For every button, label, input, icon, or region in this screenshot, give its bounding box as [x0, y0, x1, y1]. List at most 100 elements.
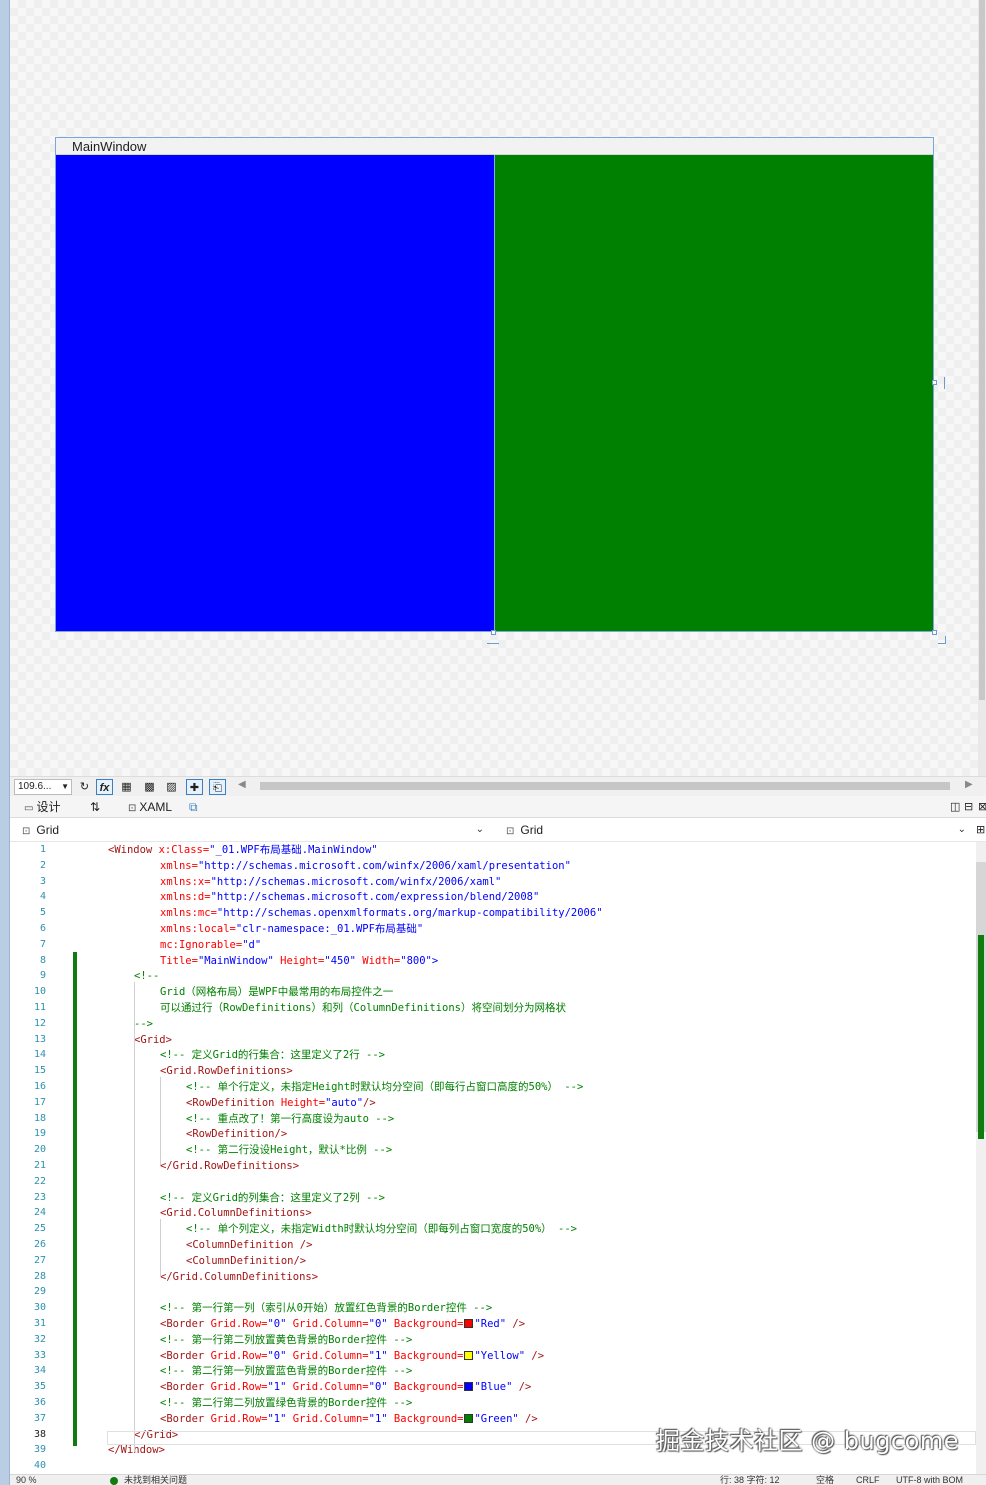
scroll-thumb[interactable]	[979, 0, 985, 700]
code-text[interactable]: <!-- 重点改了！第一行高度设为auto -->	[186, 1111, 394, 1127]
code-text[interactable]: </Grid.RowDefinitions>	[160, 1158, 299, 1174]
editor-vertical-scrollbar[interactable]	[976, 842, 986, 1474]
code-line[interactable]: 6 xmlns:local="clr-namespace:_01.WPF布局基础"	[10, 921, 986, 937]
code-text[interactable]: xmlns:x="http://schemas.microsoft.com/wi…	[160, 874, 501, 890]
code-text[interactable]: <RowDefinition Height="auto"/>	[186, 1095, 376, 1111]
resize-handle-right[interactable]	[932, 380, 937, 385]
code-line[interactable]: 27 <ColumnDefinition/>	[10, 1253, 986, 1269]
code-line[interactable]: 14 <!-- 定义Grid的行集合：这里定义了2行 -->	[10, 1047, 986, 1063]
xaml-code-editor[interactable]: 1 <Window x:Class="_01.WPF布局基础.MainWindow…	[10, 842, 986, 1474]
grid-lines-icon[interactable]: ▦	[118, 779, 135, 795]
indent-mode[interactable]: 空格	[816, 1475, 834, 1485]
horizontal-split-icon[interactable]: ⊟	[964, 799, 973, 815]
code-line[interactable]: 17 <RowDefinition Height="auto"/>	[10, 1095, 986, 1111]
code-text[interactable]: <!-- 第二行没设Height，默认*比例 -->	[186, 1142, 392, 1158]
code-line[interactable]: 32 <!-- 第一行第二列放置黄色背景的Border控件 -->	[10, 1332, 986, 1348]
code-text[interactable]: <Border Grid.Row="1" Grid.Column="0" Bac…	[160, 1379, 531, 1395]
right-element-selector[interactable]: ⊡ Grid ⌄	[506, 821, 966, 839]
code-text[interactable]: <Grid.RowDefinitions>	[160, 1063, 293, 1079]
code-text[interactable]: <!-- 第二行第二列放置绿色背景的Border控件 -->	[160, 1395, 412, 1411]
code-text[interactable]: <!-- 定义Grid的列集合：这里定义了2列 -->	[160, 1190, 385, 1206]
popout-xaml-icon[interactable]: ⧉	[189, 799, 198, 815]
code-text[interactable]: <Grid.ColumnDefinitions>	[160, 1205, 312, 1221]
code-line[interactable]: 1 <Window x:Class="_01.WPF布局基础.MainWindow…	[10, 842, 986, 858]
file-encoding[interactable]: UTF-8 with BOM	[896, 1475, 963, 1485]
design-vertical-scrollbar[interactable]	[978, 0, 986, 776]
code-line[interactable]: 19 <RowDefinition/>	[10, 1126, 986, 1142]
snap-to-lines-icon[interactable]: ✚	[186, 779, 203, 795]
tab-design[interactable]: ▭ 设计	[24, 799, 60, 817]
code-line[interactable]: 16 <!-- 单个行定义，未指定Height时默认均分空间（即每行占窗口高度的5…	[10, 1079, 986, 1095]
snap-grid-icon[interactable]: ▩	[141, 779, 158, 795]
code-line[interactable]: 18 <!-- 重点改了！第一行高度设为auto -->	[10, 1111, 986, 1127]
grid-cell-blue[interactable]	[56, 155, 494, 631]
code-line[interactable]: 40	[10, 1458, 986, 1474]
code-text[interactable]: <!-- 第一行第二列放置黄色背景的Border控件 -->	[160, 1332, 412, 1348]
vertical-split-icon[interactable]: ◫	[950, 799, 960, 815]
code-line[interactable]: 2 xmlns="http://schemas.microsoft.com/win…	[10, 858, 986, 874]
code-text[interactable]: 可以通过行（RowDefinitions）和列（ColumnDefinition…	[160, 1000, 566, 1016]
code-text[interactable]: Grid（网格布局）是WPF中最常用的布局控件之一	[160, 984, 393, 1000]
code-text[interactable]: <!--	[134, 968, 159, 984]
code-text[interactable]: <RowDefinition/>	[186, 1126, 287, 1142]
code-line[interactable]: 35 <Border Grid.Row="1" Grid.Column="0" B…	[10, 1379, 986, 1395]
code-text[interactable]: <!-- 定义Grid的行集合：这里定义了2行 -->	[160, 1047, 385, 1063]
code-line[interactable]: 29	[10, 1284, 986, 1300]
resize-handle-corner[interactable]	[932, 630, 937, 635]
code-line[interactable]: 31 <Border Grid.Row="0" Grid.Column="0" B…	[10, 1316, 986, 1332]
code-text[interactable]: -->	[134, 1016, 153, 1032]
resize-handle-bottom[interactable]	[491, 630, 496, 635]
code-text[interactable]: <Grid>	[134, 1032, 172, 1048]
code-text[interactable]: <Border Grid.Row="0" Grid.Column="0" Bac…	[160, 1316, 525, 1332]
code-text[interactable]: xmlns:mc="http://schemas.openxmlformats.…	[160, 905, 603, 921]
code-line[interactable]: 30 <!-- 第一行第一列（索引从0开始）放置红色背景的Border控件 -->	[10, 1300, 986, 1316]
code-line[interactable]: 25 <!-- 单个列定义，未指定Width时默认均分空间（即每列占窗口宽度的50…	[10, 1221, 986, 1237]
code-text[interactable]: <!-- 第二行第一列放置蓝色背景的Border控件 -->	[160, 1363, 412, 1379]
window-preview[interactable]: MainWindow	[55, 137, 934, 632]
left-element-selector[interactable]: ⊡ Grid ⌄	[22, 821, 484, 839]
code-text[interactable]: Title="MainWindow" Height="450" Width="8…	[160, 953, 438, 969]
swap-panes-button[interactable]: ⇅	[90, 799, 100, 815]
code-text[interactable]: mc:Ignorable="d"	[160, 937, 261, 953]
code-line[interactable]: 8 Title="MainWindow" Height="450" Width="…	[10, 953, 986, 969]
code-line[interactable]: 33 <Border Grid.Row="0" Grid.Column="1" B…	[10, 1348, 986, 1364]
code-line[interactable]: 10 Grid（网格布局）是WPF中最常用的布局控件之一	[10, 984, 986, 1000]
code-line[interactable]: 13 <Grid>	[10, 1032, 986, 1048]
code-line[interactable]: 3 xmlns:x="http://schemas.microsoft.com/w…	[10, 874, 986, 890]
code-text[interactable]: </Grid.ColumnDefinitions>	[160, 1269, 318, 1285]
code-text[interactable]: xmlns="http://schemas.microsoft.com/winf…	[160, 858, 571, 874]
code-line[interactable]: 36 <!-- 第二行第二列放置绿色背景的Border控件 -->	[10, 1395, 986, 1411]
code-text[interactable]: <!-- 单个列定义，未指定Width时默认均分空间（即每列占窗口宽度的50%）…	[186, 1221, 577, 1237]
code-line[interactable]: 15 <Grid.RowDefinitions>	[10, 1063, 986, 1079]
code-text[interactable]: <Window x:Class="_01.WPF布局基础.MainWindow"	[108, 842, 378, 858]
code-line[interactable]: 5 xmlns:mc="http://schemas.openxmlformats…	[10, 905, 986, 921]
code-line[interactable]: 24 <Grid.ColumnDefinitions>	[10, 1205, 986, 1221]
refresh-icon[interactable]: ↻	[76, 779, 93, 795]
scroll-right-icon[interactable]: ▶	[965, 779, 973, 790]
code-line[interactable]: 26 <ColumnDefinition />	[10, 1237, 986, 1253]
code-text[interactable]: <Border Grid.Row="0" Grid.Column="1" Bac…	[160, 1348, 544, 1364]
code-text[interactable]: <!-- 第一行第一列（索引从0开始）放置红色背景的Border控件 -->	[160, 1300, 492, 1316]
code-text[interactable]: <ColumnDefinition />	[186, 1237, 312, 1253]
code-text[interactable]: xmlns:local="clr-namespace:_01.WPF布局基础"	[160, 921, 423, 937]
project-code-icon[interactable]: ⎗	[209, 779, 226, 795]
tab-xaml[interactable]: ⊡ XAML	[128, 799, 172, 817]
cursor-position[interactable]: 行: 38 字符: 12	[720, 1475, 780, 1485]
editor-zoom[interactable]: 90 %	[16, 1475, 37, 1485]
code-line[interactable]: 21 </Grid.RowDefinitions>	[10, 1158, 986, 1174]
code-line[interactable]: 9 <!--	[10, 968, 986, 984]
zoom-dropdown[interactable]: 109.6... ▼	[14, 779, 72, 795]
effects-toggle-button[interactable]: fx	[96, 779, 113, 795]
line-endings[interactable]: CRLF	[856, 1475, 880, 1485]
code-line[interactable]: 20 <!-- 第二行没设Height，默认*比例 -->	[10, 1142, 986, 1158]
issues-status[interactable]: 未找到相关问题	[124, 1475, 187, 1485]
add-split-icon[interactable]: ⊞	[976, 821, 985, 839]
code-line[interactable]: 12 -->	[10, 1016, 986, 1032]
code-line[interactable]: 11 可以通过行（RowDefinitions）和列（ColumnDefiniti…	[10, 1000, 986, 1016]
code-text[interactable]: <!-- 单个行定义，未指定Height时默认均分空间（即每行占窗口高度的50%…	[186, 1079, 583, 1095]
code-line[interactable]: 7 mc:Ignorable="d"	[10, 937, 986, 953]
code-text[interactable]: <Border Grid.Row="1" Grid.Column="1" Bac…	[160, 1411, 538, 1427]
code-line[interactable]: 4 xmlns:d="http://schemas.microsoft.com/e…	[10, 889, 986, 905]
code-text[interactable]: <ColumnDefinition/>	[186, 1253, 306, 1269]
artboard-background-icon[interactable]: ▨	[163, 779, 180, 795]
